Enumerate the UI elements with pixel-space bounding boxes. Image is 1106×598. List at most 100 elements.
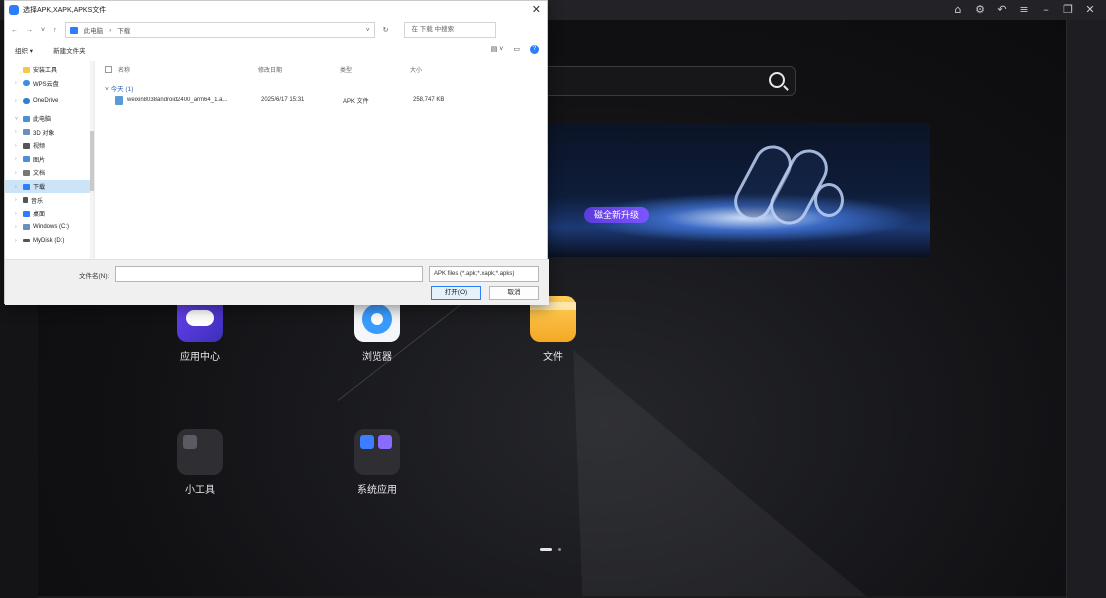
close-icon[interactable]: ✕ bbox=[1082, 2, 1098, 18]
sidebar-item-documents[interactable]: › 文档 bbox=[5, 166, 94, 180]
drive-icon bbox=[23, 239, 30, 243]
dialog-navbar: ← → ˅ ↑ 此电脑 › 下载 ˅ ↻ 在 下载 中搜索 bbox=[5, 19, 547, 41]
sidebar-item-drive-d[interactable]: › MyDisk (D:) bbox=[5, 234, 94, 248]
sidebar-item-label: 此电脑 bbox=[33, 117, 52, 124]
app-files[interactable]: 文件 bbox=[513, 296, 593, 363]
sidebar-item-wps-cloud[interactable]: › WPS云盘 bbox=[5, 77, 94, 91]
drive-icon bbox=[23, 224, 30, 231]
sidebar-item-downloads[interactable]: › 下载 bbox=[5, 179, 94, 194]
sidebar-item-label: 视频 bbox=[33, 144, 46, 151]
page-dot[interactable] bbox=[558, 548, 561, 551]
sidebar-item-music[interactable]: › 音乐 bbox=[5, 193, 94, 207]
app-label: 小工具 bbox=[185, 485, 215, 496]
app-tools[interactable]: 小工具 bbox=[160, 429, 240, 496]
sidebar-item-label: 下载 bbox=[33, 185, 46, 192]
file-size: 258,747 KB bbox=[413, 97, 445, 103]
desktop-icon bbox=[23, 210, 30, 217]
filename-input[interactable] bbox=[115, 266, 423, 282]
folder-icon bbox=[23, 66, 30, 73]
column-date[interactable]: 修改日期 bbox=[258, 65, 340, 74]
file-name: weixin8038android2400_arm64_1.a... bbox=[127, 97, 228, 103]
system-apps-icon bbox=[354, 429, 400, 475]
emulator-window-controls: ⌂ ⚙ ↶ ≡ – ❐ ✕ bbox=[950, 2, 1098, 18]
restore-icon[interactable]: ❐ bbox=[1060, 2, 1076, 18]
breadcrumb-separator: › bbox=[109, 26, 112, 34]
search-input[interactable]: 在 下载 中搜索 bbox=[404, 22, 497, 38]
up-arrow-icon[interactable]: ↑ bbox=[53, 27, 57, 34]
promo-banner[interactable]: 磁全新升级 bbox=[518, 123, 930, 257]
group-header[interactable]: ˅ 今天 (1) bbox=[105, 83, 549, 93]
scrollbar-thumb[interactable] bbox=[90, 131, 94, 191]
search-icon[interactable] bbox=[769, 72, 785, 88]
open-button[interactable]: 打开(O) bbox=[431, 286, 481, 300]
filetype-select[interactable]: APK files (*.apk;*.xapk;*.apks) bbox=[429, 266, 539, 282]
app-label: 系统应用 bbox=[357, 485, 397, 496]
minimize-icon[interactable]: – bbox=[1038, 2, 1054, 18]
help-icon[interactable]: ? bbox=[530, 45, 539, 54]
app-browser[interactable]: 浏览器 bbox=[337, 296, 417, 363]
forward-arrow-icon[interactable]: → bbox=[26, 27, 33, 34]
view-controls: ▤ ˅ ▭ ? bbox=[491, 45, 539, 54]
filename-label: 文件名(N): bbox=[79, 273, 110, 280]
breadcrumb-root[interactable]: 此电脑 bbox=[84, 25, 104, 35]
address-bar[interactable]: 此电脑 › 下载 ˅ bbox=[64, 22, 375, 38]
new-folder-button[interactable]: 新建文件夹 bbox=[53, 45, 86, 55]
sidebar-item-onedrive[interactable]: › OneDrive bbox=[5, 94, 94, 108]
sidebar-item-label: WPS云盘 bbox=[33, 81, 59, 88]
sidebar-item-this-pc[interactable]: ˅ 此电脑 bbox=[5, 112, 94, 126]
apk-file-icon bbox=[115, 95, 123, 105]
home-icon[interactable]: ⌂ bbox=[950, 2, 966, 18]
chevron-down-icon[interactable]: ˅ bbox=[41, 27, 45, 34]
dialog-titlebar: 选择APK,XAPK,APKS文件 ✕ bbox=[5, 1, 547, 19]
dialog-title: 选择APK,XAPK,APKS文件 bbox=[23, 7, 107, 14]
back-icon[interactable]: ↶ bbox=[994, 2, 1010, 18]
view-options-icon[interactable]: ▤ ˅ bbox=[491, 45, 504, 54]
menu-icon[interactable]: ≡ bbox=[1016, 2, 1032, 18]
preview-pane-icon[interactable]: ▭ bbox=[513, 45, 520, 54]
back-arrow-icon[interactable]: ← bbox=[11, 27, 18, 34]
cloud-icon bbox=[23, 97, 30, 104]
sidebar-item-label: OneDrive bbox=[33, 97, 59, 104]
column-size[interactable]: 大小 bbox=[410, 65, 480, 74]
sidebar-item-3d-objects[interactable]: › 3D 对象 bbox=[5, 125, 94, 139]
dialog-body: 安装工具 › WPS云盘 › OneDrive ˅ 此电脑 › 3D 对象 › … bbox=[5, 61, 549, 259]
tools-icon bbox=[177, 429, 223, 475]
refresh-icon[interactable]: ↻ bbox=[383, 26, 389, 34]
close-icon[interactable]: ✕ bbox=[532, 3, 541, 16]
sidebar-item-install-tools[interactable]: 安装工具 bbox=[5, 63, 94, 77]
app-game-center[interactable]: 应用中心 bbox=[160, 296, 240, 363]
dialog-toolbar: 组织 ▾ 新建文件夹 ▤ ˅ ▭ ? bbox=[5, 41, 547, 59]
sidebar-item-label: 音乐 bbox=[31, 198, 44, 205]
sidebar-scrollbar[interactable] bbox=[90, 61, 94, 259]
sidebar-item-drive-c[interactable]: › Windows (C:) bbox=[5, 221, 94, 235]
page-dot-active bbox=[540, 548, 552, 551]
file-row[interactable]: weixin8038android2400_arm64_1.a... 2025/… bbox=[95, 93, 549, 107]
column-type[interactable]: 类型 bbox=[340, 65, 410, 74]
app-label: 浏览器 bbox=[362, 352, 392, 363]
sidebar-item-label: Windows (C:) bbox=[33, 224, 70, 231]
sidebar-item-label: 安装工具 bbox=[33, 68, 58, 75]
column-name[interactable]: 名称 bbox=[118, 65, 258, 74]
organize-button[interactable]: 组织 ▾ bbox=[15, 45, 33, 55]
file-open-dialog: 选择APK,XAPK,APKS文件 ✕ ← → ˅ ↑ 此电脑 › 下载 ˅ ↻… bbox=[4, 0, 549, 305]
dialog-footer: 文件名(N): APK files (*.apk;*.xapk;*.apks) … bbox=[5, 259, 549, 305]
home-search-bar[interactable] bbox=[506, 66, 796, 96]
sidebar-item-desktop[interactable]: › 桌面 bbox=[5, 207, 94, 221]
sidebar-item-label: 文档 bbox=[33, 171, 46, 178]
chevron-down-icon[interactable]: ˅ bbox=[366, 27, 370, 34]
video-icon bbox=[23, 142, 30, 149]
folder-icon bbox=[69, 26, 78, 34]
sidebar-item-videos[interactable]: › 视频 bbox=[5, 139, 94, 153]
sidebar-item-pictures[interactable]: › 图片 bbox=[5, 153, 94, 167]
breadcrumb-current[interactable]: 下载 bbox=[117, 25, 130, 35]
select-all-checkbox[interactable] bbox=[105, 65, 112, 73]
app-system-apps[interactable]: 系统应用 bbox=[337, 429, 417, 496]
cancel-button[interactable]: 取消 bbox=[489, 286, 539, 300]
app-icon bbox=[9, 5, 19, 15]
app-label: 文件 bbox=[543, 352, 563, 363]
settings-icon[interactable]: ⚙ bbox=[972, 2, 988, 18]
music-icon bbox=[23, 197, 28, 204]
sidebar-item-label: 桌面 bbox=[33, 212, 46, 219]
app-label: 应用中心 bbox=[180, 352, 220, 363]
banner-tag: 磁全新升级 bbox=[584, 207, 650, 223]
